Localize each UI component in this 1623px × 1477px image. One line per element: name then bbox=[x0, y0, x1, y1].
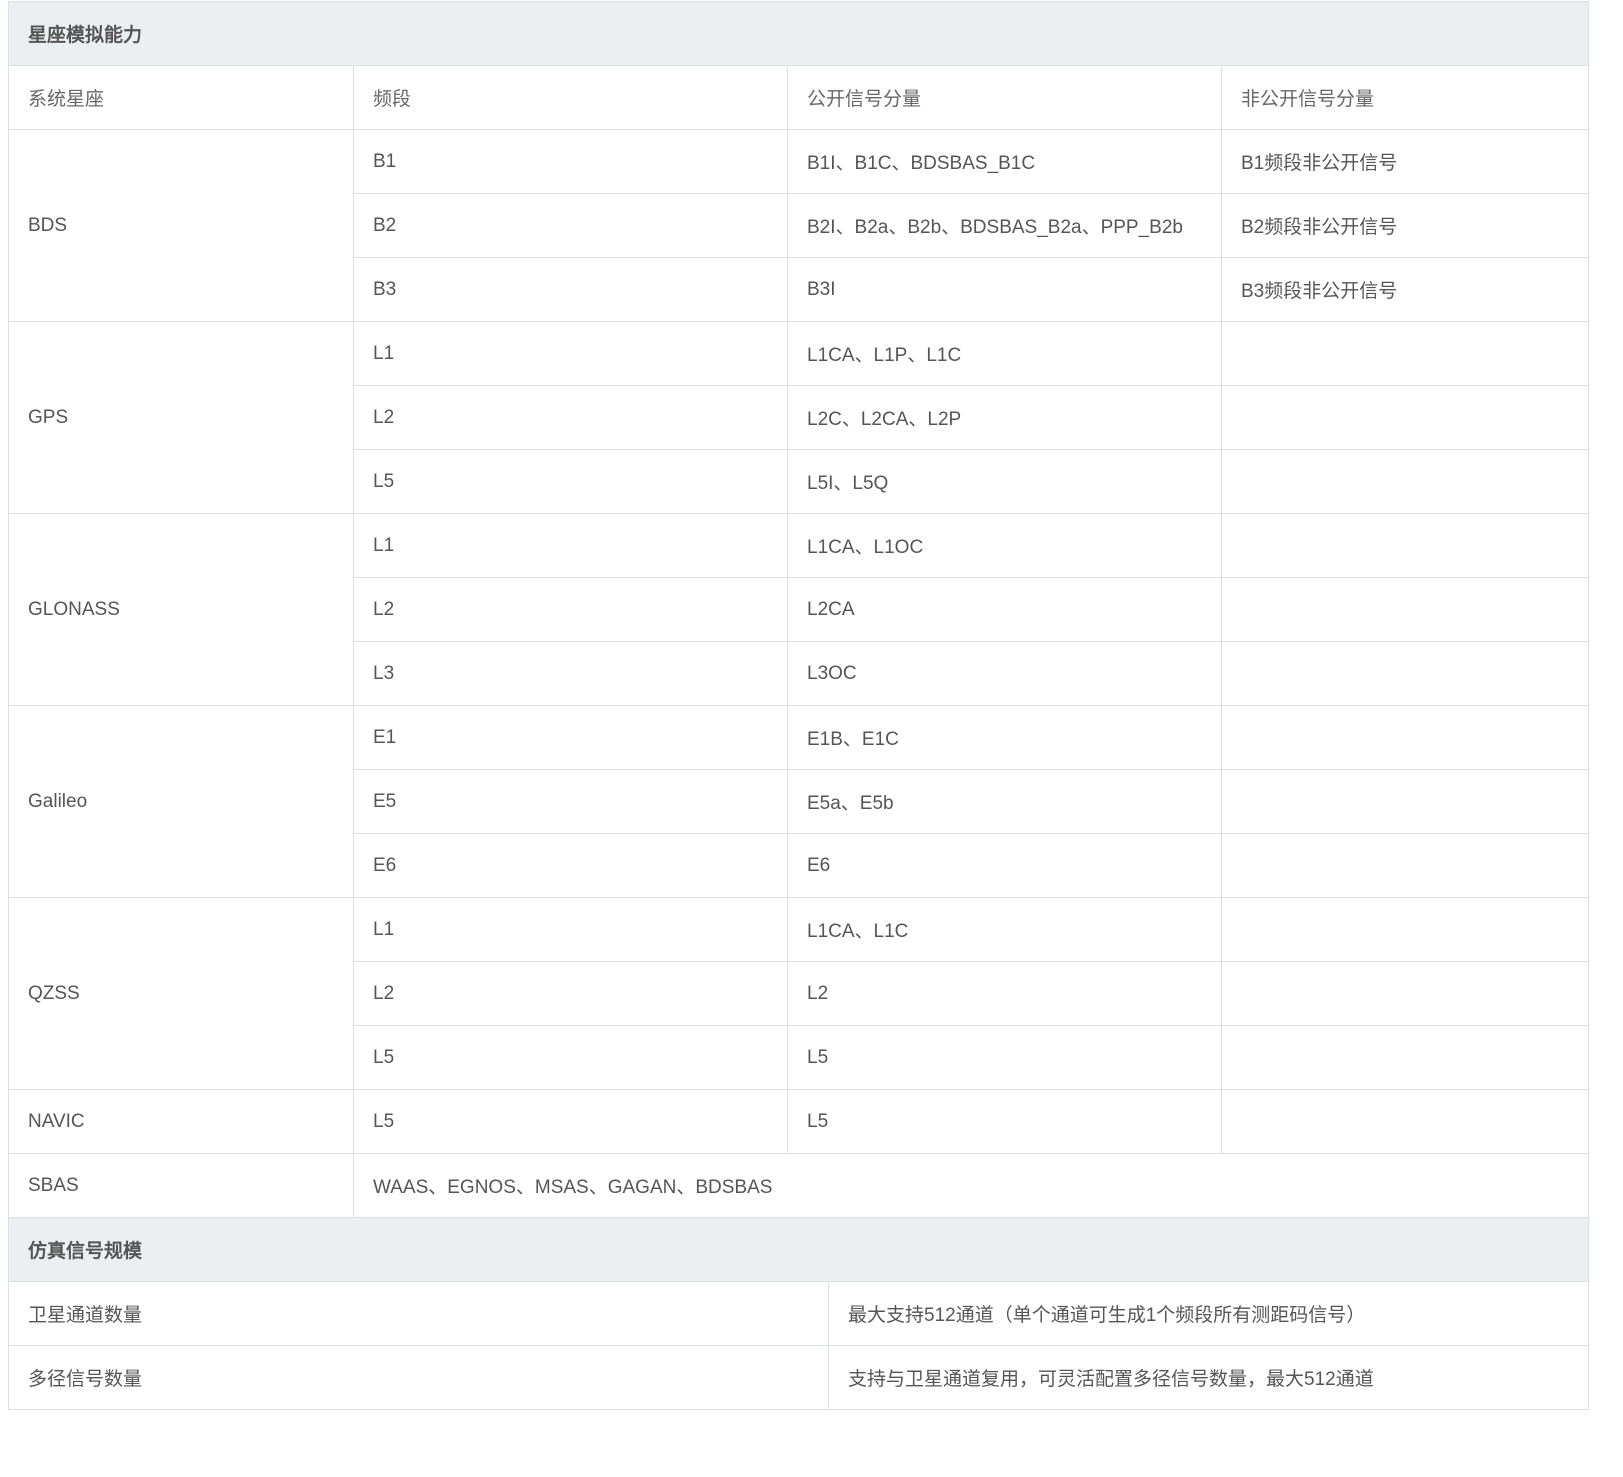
column-header-system: 系统星座 bbox=[8, 65, 354, 130]
nonpublic-signal-cell bbox=[1220, 897, 1590, 962]
spec-label-cell: 卫星通道数量 bbox=[8, 1281, 829, 1346]
public-signal-cell: L1CA、L1C bbox=[787, 897, 1222, 962]
section-header-row: 仿真信号规模 bbox=[7, 1218, 1590, 1282]
system-name-cell: GLONASS bbox=[8, 513, 354, 706]
public-signal-cell: L5 bbox=[787, 1089, 1222, 1154]
band-cell: B3 bbox=[353, 257, 788, 322]
nonpublic-signal-cell bbox=[1220, 385, 1590, 450]
simulation-table-body: 仿真信号规模 卫星通道数量 最大支持512通道（单个通道可生成1个频段所有测距码信… bbox=[7, 1218, 1590, 1410]
nonpublic-signal-cell: B3频段非公开信号 bbox=[1220, 257, 1590, 322]
nonpublic-signal-cell bbox=[1220, 577, 1590, 642]
section-title-constellation: 星座模拟能力 bbox=[7, 1, 1590, 66]
band-cell: L2 bbox=[353, 577, 788, 642]
band-cell: E5 bbox=[353, 769, 788, 834]
column-header-public-signal: 公开信号分量 bbox=[787, 65, 1222, 130]
table-row: Galileo E1 E1B、E1C bbox=[8, 705, 1590, 898]
band-cell: L2 bbox=[353, 961, 788, 1026]
column-header-band: 频段 bbox=[353, 65, 788, 130]
public-signal-cell: L5 bbox=[787, 1025, 1222, 1090]
system-name-cell: NAVIC bbox=[8, 1089, 354, 1154]
band-cell: B2 bbox=[353, 193, 788, 258]
nonpublic-signal-cell bbox=[1220, 321, 1590, 386]
table-row: GLONASS L1 L1CA、L1OC bbox=[8, 513, 1590, 706]
band-cell: L2 bbox=[353, 385, 788, 450]
system-name-cell: BDS bbox=[8, 129, 354, 322]
nonpublic-signal-cell bbox=[1220, 641, 1590, 706]
spec-table-container: 星座模拟能力 系统星座 频段 公开信号分量 非公开信号分量 BDS B1 B1I、B… bbox=[7, 1, 1590, 1410]
column-header-nonpublic-signal: 非公开信号分量 bbox=[1220, 65, 1590, 130]
public-signal-cell: L1CA、L1P、L1C bbox=[787, 321, 1222, 386]
section-header-row: 星座模拟能力 bbox=[7, 1, 1590, 66]
nonpublic-signal-cell: B2频段非公开信号 bbox=[1220, 193, 1590, 258]
nonpublic-signal-cell bbox=[1220, 961, 1590, 1026]
nonpublic-signal-cell bbox=[1220, 833, 1590, 898]
nonpublic-signal-cell bbox=[1220, 769, 1590, 834]
spec-value-cell: 支持与卫星通道复用，可灵活配置多径信号数量，最大512通道 bbox=[827, 1345, 1590, 1410]
spec-value-cell: 最大支持512通道（单个通道可生成1个频段所有测距码信号） bbox=[827, 1281, 1590, 1346]
band-cell: L1 bbox=[353, 321, 788, 386]
nonpublic-signal-cell bbox=[1220, 513, 1590, 578]
band-cell: L1 bbox=[353, 513, 788, 578]
public-signal-cell: L2CA bbox=[787, 577, 1222, 642]
system-name-cell: GPS bbox=[8, 321, 354, 514]
table-row: GPS L1 L1CA、L1P、L1C bbox=[8, 321, 1590, 514]
table-row: NAVIC L5 L5 bbox=[8, 1089, 1590, 1154]
band-cell: L5 bbox=[353, 1025, 788, 1090]
system-name-cell: SBAS bbox=[8, 1153, 354, 1218]
public-signal-cell: L2C、L2CA、L2P bbox=[787, 385, 1222, 450]
band-cell: L5 bbox=[353, 449, 788, 514]
constellation-spec-table: 星座模拟能力 系统星座 频段 公开信号分量 非公开信号分量 BDS B1 B1I、B… bbox=[7, 1, 1590, 1218]
public-signal-cell: L5I、L5Q bbox=[787, 449, 1222, 514]
table-row: BDS B1 B1I、B1C、BDSBAS_B1C B1频段非公开信号 bbox=[8, 129, 1590, 322]
simulation-scale-table: 仿真信号规模 卫星通道数量 最大支持512通道（单个通道可生成1个频段所有测距码信… bbox=[7, 1218, 1590, 1410]
public-signal-cell: E1B、E1C bbox=[787, 705, 1222, 770]
public-signal-cell: L2 bbox=[787, 961, 1222, 1026]
system-name-cell: Galileo bbox=[8, 705, 354, 898]
section-title-simulation: 仿真信号规模 bbox=[7, 1218, 1590, 1282]
public-signal-cell: L3OC bbox=[787, 641, 1222, 706]
band-cell: L3 bbox=[353, 641, 788, 706]
band-cell: E6 bbox=[353, 833, 788, 898]
nonpublic-signal-cell bbox=[1220, 449, 1590, 514]
nonpublic-signal-cell bbox=[1220, 1025, 1590, 1090]
sbas-systems-cell: WAAS、EGNOS、MSAS、GAGAN、BDSBAS bbox=[352, 1153, 1590, 1218]
table-row: 多径信号数量 支持与卫星通道复用，可灵活配置多径信号数量，最大512通道 bbox=[8, 1345, 1590, 1410]
table-row: SBAS WAAS、EGNOS、MSAS、GAGAN、BDSBAS bbox=[8, 1153, 1590, 1218]
public-signal-cell: B1I、B1C、BDSBAS_B1C bbox=[787, 129, 1222, 194]
public-signal-cell: L1CA、L1OC bbox=[787, 513, 1222, 578]
band-cell: L5 bbox=[353, 1089, 788, 1154]
table-row: 卫星通道数量 最大支持512通道（单个通道可生成1个频段所有测距码信号） bbox=[8, 1281, 1590, 1346]
table-row: QZSS L1 L1CA、L1C bbox=[8, 897, 1590, 1090]
nonpublic-signal-cell bbox=[1220, 705, 1590, 770]
band-cell: E1 bbox=[353, 705, 788, 770]
nonpublic-signal-cell bbox=[1220, 1089, 1590, 1154]
public-signal-cell: B2I、B2a、B2b、BDSBAS_B2a、PPP_B2b bbox=[787, 193, 1222, 258]
public-signal-cell: E6 bbox=[787, 833, 1222, 898]
system-name-cell: QZSS bbox=[8, 897, 354, 1090]
nonpublic-signal-cell: B1频段非公开信号 bbox=[1220, 129, 1590, 194]
public-signal-cell: E5a、E5b bbox=[787, 769, 1222, 834]
public-signal-cell: B3I bbox=[787, 257, 1222, 322]
band-cell: B1 bbox=[353, 129, 788, 194]
column-header-row: 系统星座 频段 公开信号分量 非公开信号分量 bbox=[8, 65, 1590, 130]
band-cell: L1 bbox=[353, 897, 788, 962]
spec-label-cell: 多径信号数量 bbox=[8, 1345, 829, 1410]
constellation-table-body: 星座模拟能力 系统星座 频段 公开信号分量 非公开信号分量 BDS B1 B1I、B… bbox=[7, 1, 1590, 1218]
